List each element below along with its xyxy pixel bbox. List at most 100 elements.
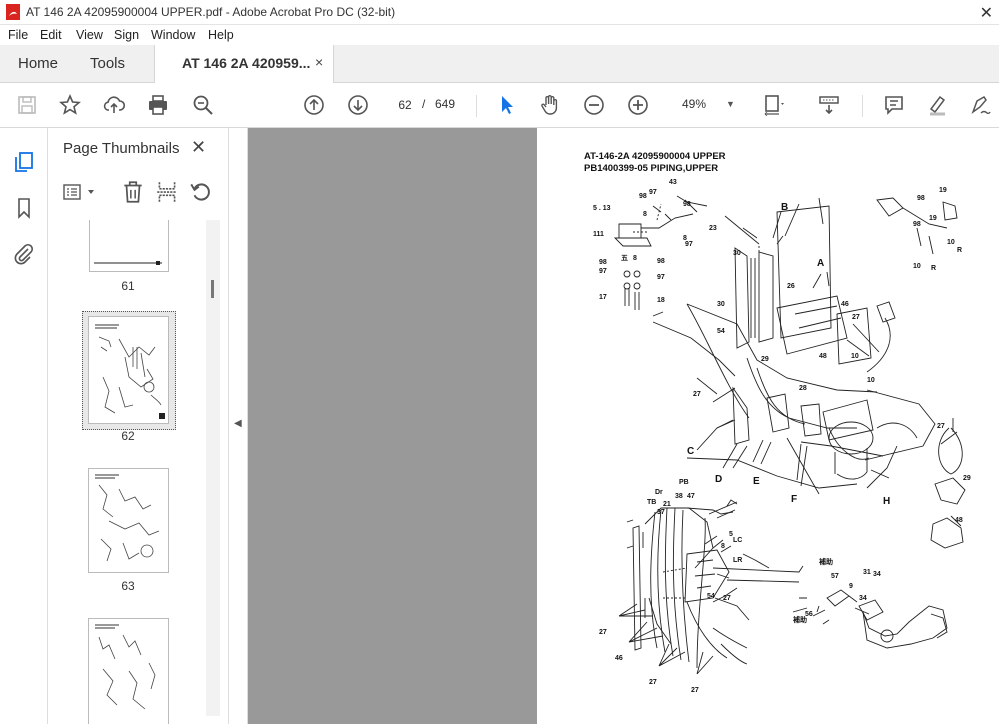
thumbnail-page[interactable] [88, 618, 169, 724]
hand-icon[interactable] [536, 91, 564, 119]
page-down-icon[interactable] [344, 91, 372, 119]
svg-text:27: 27 [693, 391, 701, 398]
star-icon[interactable] [56, 91, 84, 119]
page-number-input[interactable]: 62 [390, 93, 420, 117]
tab-close-icon[interactable]: × [315, 54, 323, 70]
document-background [248, 128, 537, 724]
panel-collapse-handle[interactable]: ◀ [229, 128, 248, 724]
menu-window[interactable]: Window [151, 28, 195, 42]
window-close-icon[interactable]: ✕ [980, 3, 993, 23]
tab-home[interactable]: Home [18, 55, 58, 72]
search-zoom-icon[interactable] [189, 91, 217, 119]
svg-text:10: 10 [867, 377, 875, 384]
zoom-select[interactable]: 49% ▼ [670, 93, 740, 115]
svg-text:8: 8 [643, 211, 647, 218]
attachment-icon[interactable] [12, 242, 36, 266]
page-fit-icon[interactable] [760, 91, 788, 119]
menu-view[interactable]: View [76, 28, 103, 42]
pdf-page[interactable]: AT-146-2A 42095900004 UPPER PB1400399-05… [537, 128, 999, 724]
page-thumbnails-icon[interactable] [12, 150, 36, 174]
bookmark-icon[interactable] [12, 196, 36, 220]
delete-icon[interactable] [120, 179, 146, 205]
save-icon[interactable] [13, 91, 41, 119]
menu-sign[interactable]: Sign [114, 28, 139, 42]
svg-text:9: 9 [849, 583, 853, 590]
svg-text:31: 31 [863, 569, 871, 576]
svg-text:48: 48 [819, 353, 827, 360]
svg-text:48: 48 [955, 517, 963, 524]
svg-text:38: 38 [675, 493, 683, 500]
thumbnail-scrollbar[interactable] [206, 220, 220, 716]
rotate-icon[interactable] [188, 179, 214, 205]
extract-pages-icon[interactable] [154, 179, 180, 205]
svg-text:30: 30 [717, 301, 725, 308]
select-arrow-icon[interactable] [493, 91, 521, 119]
highlight-icon[interactable] [923, 91, 951, 119]
svg-text:34: 34 [859, 595, 867, 602]
svg-text:補助: 補助 [792, 615, 807, 624]
menu-file[interactable]: File [8, 28, 28, 42]
print-icon[interactable] [144, 91, 172, 119]
piping-diagram: 5 . 13 111 98 97 17 五 8 98 97 18 98 97 8… [593, 179, 971, 694]
comment-icon[interactable] [880, 91, 908, 119]
panel-title: Page Thumbnails [63, 140, 180, 157]
scroll-mode-icon[interactable] [815, 91, 843, 119]
thumbnail-page-selected[interactable] [88, 316, 169, 424]
thumbnails-panel: Page Thumbnails ✕ 61 62 63 [48, 128, 229, 724]
tab-document[interactable]: AT 146 2A 420959... × [154, 45, 334, 83]
svg-text:27: 27 [691, 687, 699, 694]
svg-text:D: D [715, 474, 722, 485]
thumbnail-image [94, 261, 162, 265]
svg-text:27: 27 [723, 595, 731, 602]
svg-text:27: 27 [852, 314, 860, 321]
svg-text:98: 98 [913, 221, 921, 228]
menu-edit[interactable]: Edit [40, 28, 62, 42]
svg-text:97: 97 [649, 189, 657, 196]
panel-close-icon[interactable]: ✕ [191, 137, 206, 158]
tab-tools[interactable]: Tools [90, 55, 125, 72]
svg-text:97: 97 [657, 274, 665, 281]
tab-document-label: AT 146 2A 420959... [182, 55, 311, 71]
upload-icon[interactable] [100, 91, 128, 119]
thumbnail-image [95, 624, 156, 710]
svg-text:57: 57 [831, 573, 839, 580]
thumbnail-page[interactable] [89, 220, 169, 272]
svg-text:補助: 補助 [818, 557, 833, 566]
svg-text:A: A [817, 258, 824, 269]
svg-text:18: 18 [657, 297, 665, 304]
left-rail [0, 128, 48, 724]
svg-text:10: 10 [913, 263, 921, 270]
page-total: 649 [435, 97, 456, 111]
svg-text:27: 27 [599, 629, 607, 636]
svg-text:H: H [883, 496, 890, 507]
svg-text:29: 29 [963, 475, 971, 482]
scrollbar-thumb[interactable] [211, 280, 214, 298]
svg-text:8: 8 [683, 235, 687, 242]
options-menu-icon[interactable] [62, 180, 98, 204]
menu-help[interactable]: Help [208, 28, 234, 42]
svg-text:C: C [687, 446, 694, 457]
svg-text:97: 97 [685, 241, 693, 248]
svg-text:111: 111 [593, 231, 604, 238]
svg-text:23: 23 [709, 225, 717, 232]
svg-text:97: 97 [599, 268, 607, 275]
svg-text:98: 98 [639, 193, 647, 200]
svg-text:27: 27 [649, 679, 657, 686]
zoom-in-icon[interactable] [624, 91, 652, 119]
svg-text:19: 19 [929, 215, 937, 222]
thumbnail-label: 62 [121, 429, 135, 443]
window-title: AT 146 2A 42095900004 UPPER.pdf - Adobe … [26, 5, 396, 19]
zoom-out-icon[interactable] [580, 91, 608, 119]
thumbnail-page[interactable] [88, 468, 169, 573]
svg-text:R: R [957, 247, 962, 254]
sign-icon[interactable] [966, 91, 994, 119]
svg-text:98: 98 [683, 201, 691, 208]
svg-text:LC: LC [733, 537, 742, 544]
toolbar-divider [862, 95, 863, 117]
svg-text:26: 26 [787, 283, 795, 290]
page-up-icon[interactable] [300, 91, 328, 119]
title-bar: AT 146 2A 42095900004 UPPER.pdf - Adobe … [0, 0, 999, 25]
svg-text:43: 43 [669, 179, 677, 186]
svg-text:29: 29 [761, 356, 769, 363]
main-toolbar: 62 / 649 49% ▼ [0, 83, 999, 128]
